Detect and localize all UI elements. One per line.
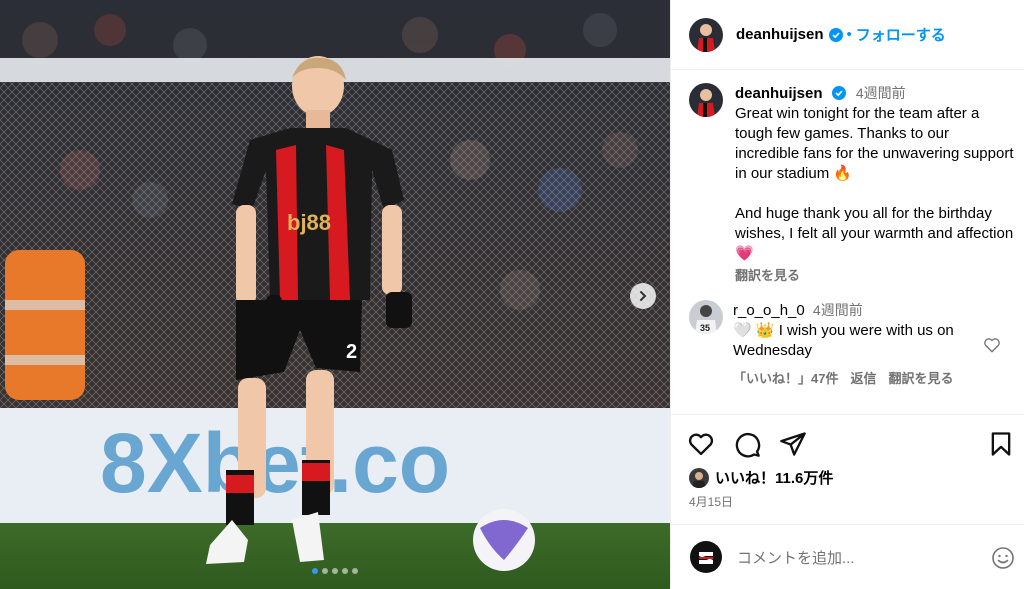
heart-icon[interactable] [687, 430, 715, 458]
comment-text: 🤍 👑 I wish you were with us on Wednesday [733, 322, 954, 359]
comment-item: 35 r_o_o_h_0 4週間前 🤍 👑 I wish you were wi… [689, 300, 1019, 389]
bookmark-icon[interactable] [987, 430, 1015, 458]
header-username[interactable]: deanhuijsen [736, 26, 824, 43]
separator: • [846, 26, 852, 43]
avatar-number: 35 [700, 323, 710, 333]
post-date[interactable]: 4月15日 [689, 493, 733, 510]
comment-username[interactable]: r_o_o_h_0 [733, 302, 805, 319]
caption-translate-link[interactable]: 翻訳を見る [735, 266, 1015, 286]
shorts-number: 2 [346, 341, 357, 363]
caption-time[interactable]: 4週間前 [856, 85, 906, 101]
small-heart-icon[interactable] [983, 336, 1001, 354]
comments-section: deanhuijsen 4週間前 Great win tonight for t… [671, 71, 1024, 414]
avatar[interactable] [689, 17, 723, 52]
comment-translate-link[interactable]: 翻訳を見る [888, 369, 953, 389]
emoji-icon[interactable] [991, 546, 1015, 570]
caption: deanhuijsen 4週間前 Great win tonight for t… [689, 83, 1019, 286]
comment-reply-button[interactable]: 返信 [850, 369, 876, 389]
comment-time[interactable]: 4週間前 [813, 302, 863, 318]
post-actions: いいね！11.6万件 4月15日 [671, 414, 1024, 524]
post-side-panel: deanhuijsen • フォローする deanhuijsen 4週間前 Gr… [670, 0, 1024, 589]
post-header: deanhuijsen • フォローする [671, 0, 1024, 70]
comment-input[interactable]: コメントを追加... [737, 547, 977, 568]
carousel-dot [332, 568, 338, 574]
chevron-right-icon [640, 291, 647, 301]
follow-button[interactable]: フォローする [856, 24, 946, 45]
football-player-photo: 8Xbet.co bj88 2 [0, 0, 670, 589]
add-comment-bar: コメントを追加... [671, 524, 1024, 589]
caption-text-1: Great win tonight for the team after a t… [735, 105, 1014, 182]
post-image[interactable]: 8Xbet.co bj88 2 [0, 0, 670, 589]
avatar[interactable] [689, 83, 723, 117]
verified-icon [831, 86, 846, 100]
ad-board-text: 8Xbet.co [100, 416, 450, 510]
caption-text-2: And huge thank you all for the birthday … [735, 205, 1014, 262]
likes-row: いいね！11.6万件 [689, 467, 833, 488]
caption-username[interactable]: deanhuijsen [735, 85, 823, 102]
shirt-sponsor: bj88 [287, 210, 331, 235]
current-user-avatar [689, 540, 723, 574]
liker-avatar [689, 467, 709, 488]
avatar[interactable]: 35 [689, 300, 723, 334]
carousel-dot [312, 568, 318, 574]
carousel-indicator [0, 568, 670, 574]
verified-icon [828, 27, 843, 42]
likes-count[interactable]: いいね！11.6万件 [715, 467, 833, 488]
next-image-button[interactable] [630, 283, 656, 309]
carousel-dot [352, 568, 358, 574]
carousel-dot [322, 568, 328, 574]
comment-icon[interactable] [733, 430, 761, 458]
carousel-dot [342, 568, 348, 574]
comment-likes[interactable]: 「いいね！」47件 [733, 369, 838, 389]
share-icon[interactable] [779, 430, 807, 458]
